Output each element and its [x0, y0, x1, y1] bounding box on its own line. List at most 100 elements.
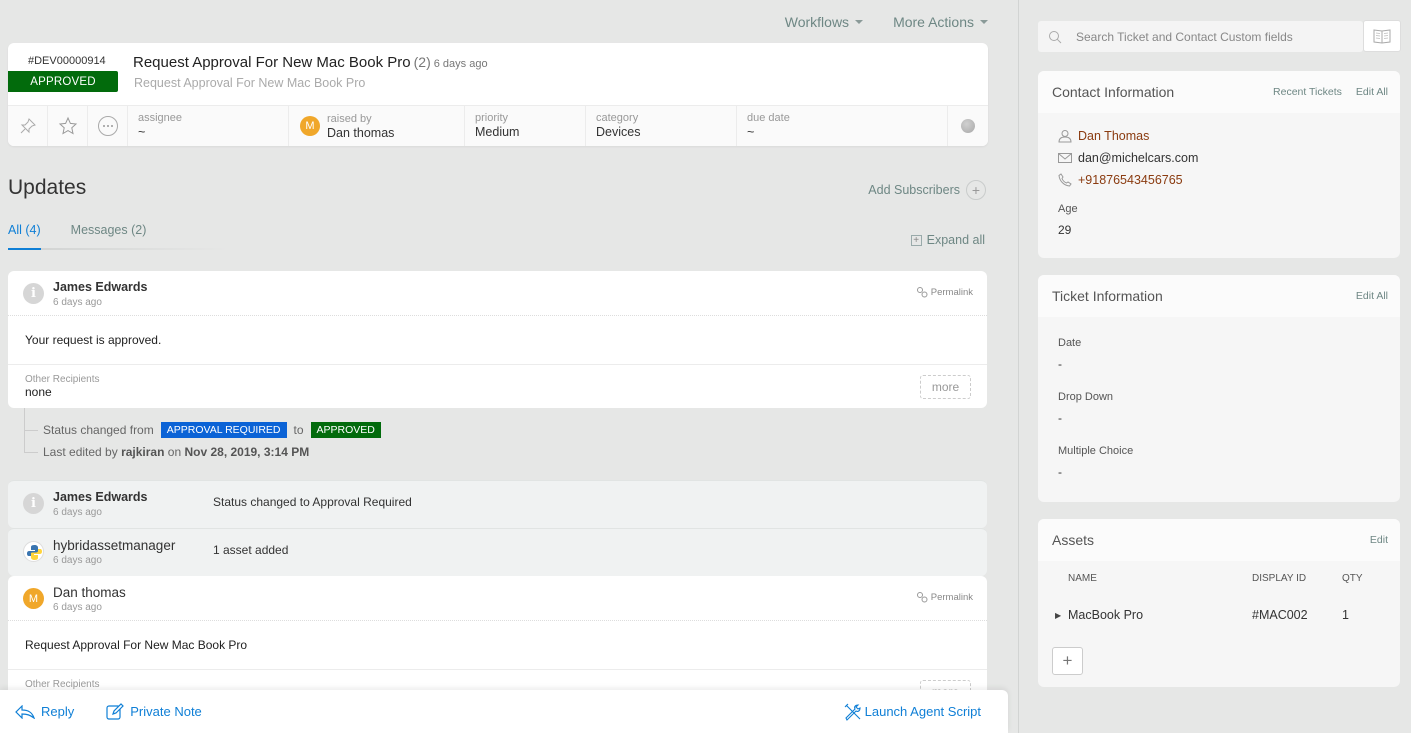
ticket-id: #DEV00000914: [28, 55, 106, 67]
expand-all-button[interactable]: + Expand all: [910, 233, 985, 247]
update-time: 6 days ago: [53, 297, 102, 308]
asset-name: MacBook Pro: [1068, 608, 1144, 622]
top-actions: Workflows More Actions: [785, 14, 988, 30]
update-author: James Edwards: [53, 280, 148, 294]
permalink-link[interactable]: Permalink: [916, 287, 973, 298]
python-icon: [23, 541, 44, 562]
raised-by-field[interactable]: M raised by Dan thomas: [289, 106, 465, 146]
age-value: 29: [1058, 223, 1072, 237]
link-icon: [916, 287, 928, 298]
chevron-down-icon: [855, 20, 864, 24]
tab-all[interactable]: All (4): [8, 223, 41, 246]
ticket-age: 6 days ago: [433, 58, 488, 70]
drop-down-label: Drop Down: [1058, 391, 1114, 403]
edit-assets-link[interactable]: Edit: [1370, 534, 1388, 546]
contact-phone-link[interactable]: +91876543456765: [1078, 173, 1183, 187]
pin-button[interactable]: [8, 106, 48, 146]
drop-down-value[interactable]: -: [1058, 411, 1400, 425]
update-description: 1 asset added: [213, 543, 289, 557]
update-time: 6 days ago: [53, 555, 102, 566]
phone-icon: [1058, 173, 1072, 187]
knowledge-base-button[interactable]: [1363, 20, 1401, 52]
edited-at: Nov 28, 2019, 3:14 PM: [184, 445, 310, 459]
more-actions-label: More Actions: [893, 14, 974, 30]
date-value[interactable]: -: [1058, 357, 1400, 371]
status-changed-from-text: Status changed from: [43, 423, 154, 437]
private-note-button[interactable]: Private Note: [106, 702, 202, 721]
contact-email: dan@michelcars.com: [1078, 151, 1199, 165]
recent-tickets-link[interactable]: Recent Tickets: [1273, 86, 1342, 98]
update-body: Request Approval For New Mac Book Pro: [8, 620, 987, 669]
assignee-value: ~: [138, 125, 146, 139]
panel-title: Contact Information: [1052, 84, 1175, 100]
age-label: Age: [1058, 203, 1078, 215]
update-description: Status changed to Approval Required: [213, 495, 412, 509]
ticket-title-text: Request Approval For New Mac Book Pro: [133, 54, 411, 71]
more-button[interactable]: more: [920, 375, 971, 399]
raised-by-value: Dan thomas: [327, 125, 395, 140]
category-label: category: [596, 112, 639, 124]
more-options-button[interactable]: [88, 106, 128, 146]
category-field[interactable]: category Devices: [586, 106, 737, 146]
update-time: 6 days ago: [53, 507, 102, 518]
expand-triangle-icon[interactable]: ▶: [1055, 611, 1068, 620]
due-date-field[interactable]: due date ~: [737, 106, 948, 146]
status-indicator-cell[interactable]: [948, 106, 988, 146]
update-card-collapsed[interactable]: hybridassetmanager 6 days ago 1 asset ad…: [8, 528, 987, 576]
workflows-dropdown[interactable]: Workflows: [785, 14, 864, 30]
permalink-label: Permalink: [930, 287, 973, 298]
add-asset-button[interactable]: +: [1052, 647, 1083, 675]
priority-field[interactable]: priority Medium: [465, 106, 586, 146]
ticket-header-card: #DEV00000914 APPROVED Request Approval F…: [8, 43, 988, 146]
avatar: M: [300, 116, 320, 136]
other-recipients-label: Other Recipients: [25, 374, 100, 385]
add-subscribers-button[interactable]: Add Subscribers +: [868, 180, 986, 200]
user-icon: [1058, 130, 1072, 143]
assets-table-header: NAME DISPLAY ID QTY: [1038, 573, 1400, 595]
panel-title: Ticket Information: [1052, 288, 1163, 304]
status-badge[interactable]: APPROVED: [8, 71, 118, 92]
update-card-collapsed[interactable]: i James Edwards 6 days ago Status change…: [8, 480, 987, 528]
update-author: hybridassetmanager: [53, 538, 176, 553]
custom-fields-search: [1038, 21, 1363, 52]
to-text: to: [293, 423, 304, 437]
status-change-row: Status changed from APPROVAL REQUIRED to…: [43, 422, 381, 438]
column-header-qty: QTY: [1342, 573, 1363, 584]
more-actions-dropdown[interactable]: More Actions: [893, 14, 988, 30]
priority-label: priority: [475, 112, 509, 124]
tools-icon: [844, 703, 861, 721]
ticket-meta-row: assignee ~ M raised by Dan thomas priori…: [8, 105, 988, 146]
mail-icon: [1058, 153, 1072, 163]
update-time: 6 days ago: [53, 602, 102, 613]
updates-tabs: All (4) Messages (2): [8, 223, 146, 246]
assets-panel: Assets Edit NAME DISPLAY ID QTY ▶ MacBoo…: [1038, 519, 1400, 687]
contact-name-row: Dan Thomas: [1058, 125, 1400, 147]
column-header-name: NAME: [1068, 573, 1097, 584]
update-body: Your request is approved.: [8, 315, 987, 364]
category-value: Devices: [596, 125, 641, 139]
star-button[interactable]: [48, 106, 88, 146]
last-edited-text: Last edited by: [43, 445, 118, 459]
update-author: Dan thomas: [53, 585, 126, 600]
from-status-badge: APPROVAL REQUIRED: [160, 422, 287, 438]
assignee-field[interactable]: assignee ~: [128, 106, 289, 146]
multiple-choice-label: Multiple Choice: [1058, 445, 1134, 457]
reply-button[interactable]: Reply: [15, 704, 74, 719]
other-recipients-label: Other Recipients: [25, 679, 100, 690]
contact-name-link[interactable]: Dan Thomas: [1078, 129, 1149, 143]
info-icon: i: [23, 283, 44, 304]
search-input[interactable]: [1076, 29, 1336, 44]
asset-row[interactable]: ▶ MacBook Pro #MAC002 1: [1038, 603, 1400, 627]
date-label: Date: [1058, 337, 1082, 349]
edit-all-link[interactable]: Edit All: [1356, 86, 1388, 98]
multiple-choice-value[interactable]: -: [1058, 465, 1400, 479]
permalink-link[interactable]: Permalink: [916, 592, 973, 603]
editor-name: rajkiran: [121, 445, 165, 459]
tab-messages[interactable]: Messages (2): [71, 223, 147, 246]
launch-agent-script-button[interactable]: Launch Agent Script: [844, 703, 981, 721]
on-text: on: [167, 445, 182, 459]
contact-phone-row: +91876543456765: [1058, 169, 1400, 191]
ticket-count: (2): [413, 54, 431, 70]
edit-all-link[interactable]: Edit All: [1356, 290, 1388, 302]
link-icon: [916, 592, 928, 603]
